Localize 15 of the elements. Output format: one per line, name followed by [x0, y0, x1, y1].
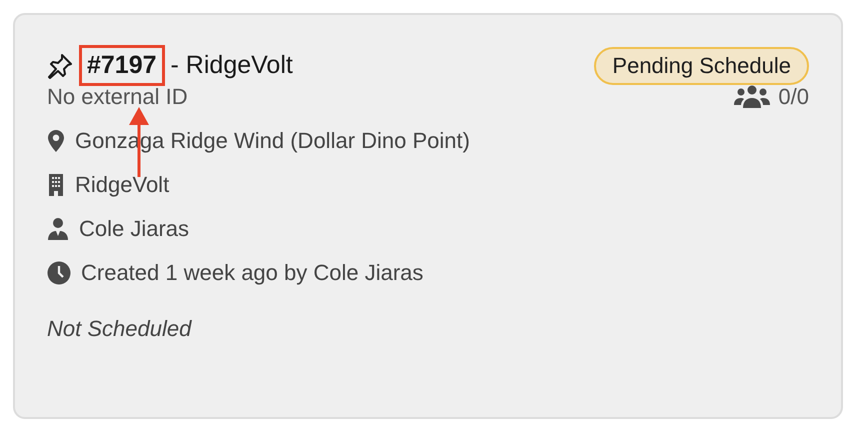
detail-text: Created 1 week ago by Cole Jiaras — [81, 260, 424, 286]
clock-icon — [47, 261, 71, 285]
schedule-status: Not Scheduled — [47, 316, 192, 342]
detail-text: RidgeVolt — [75, 172, 170, 198]
pin-icon — [47, 52, 73, 78]
group-icon — [734, 85, 770, 109]
map-pin-icon — [47, 129, 65, 153]
external-id: No external ID — [47, 84, 188, 110]
job-title: - RidgeVolt — [170, 51, 293, 80]
building-icon — [47, 173, 65, 197]
crew-count: 0/0 — [778, 84, 809, 110]
detail-text: Cole Jiaras — [79, 216, 190, 242]
person-icon — [47, 217, 69, 241]
job-number: #7197 — [79, 45, 165, 86]
status-badge: Pending Schedule — [594, 46, 809, 84]
